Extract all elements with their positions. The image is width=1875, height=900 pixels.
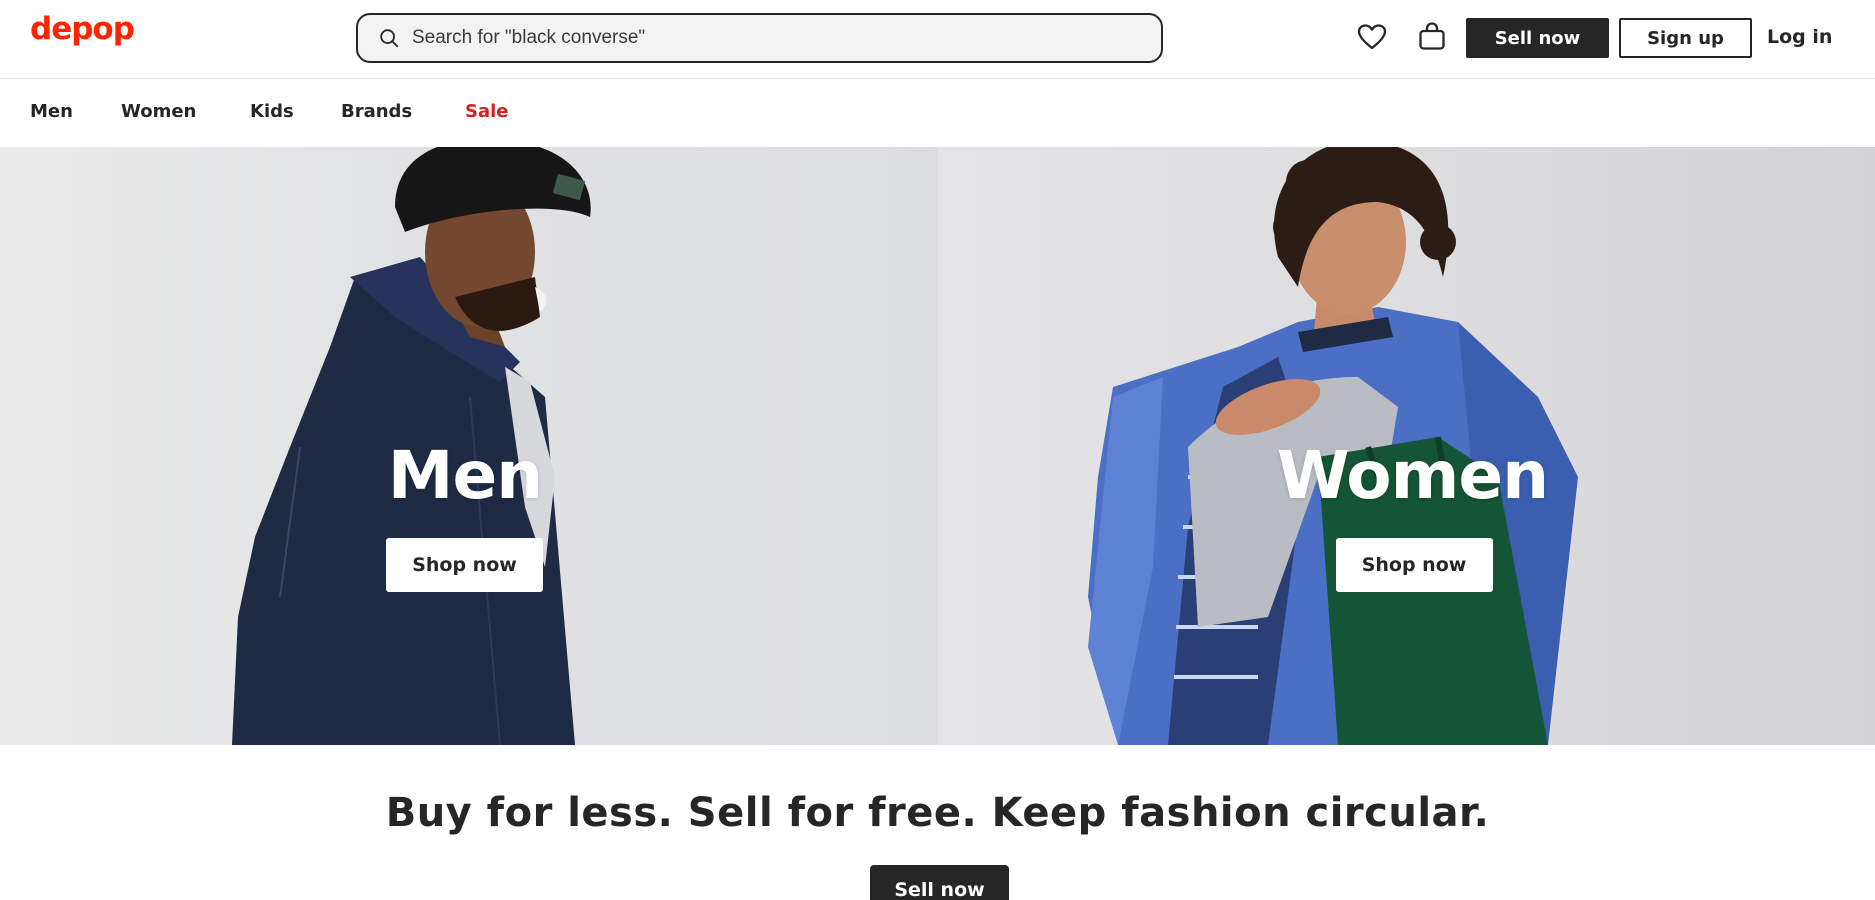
nav-item-brands[interactable]: Brands [341,101,412,122]
hero-title-women: Women [1276,437,1549,514]
log-in-link[interactable]: Log in [1767,26,1832,48]
sell-now-cta-button[interactable]: Sell now [870,865,1009,900]
sign-up-button[interactable]: Sign up [1619,18,1752,58]
shop-women-button[interactable]: Shop now [1335,538,1493,592]
search-bar[interactable] [356,13,1163,63]
search-input[interactable] [412,27,1112,49]
nav-item-sale[interactable]: Sale [465,101,509,122]
heart-icon[interactable] [1357,22,1387,52]
nav-item-kids[interactable]: Kids [250,101,294,122]
nav-item-men[interactable]: Men [30,101,73,122]
shop-men-button[interactable]: Shop now [386,538,543,592]
category-nav: Men Women Kids Brands Sale [0,80,1875,146]
hero-banner: Men Shop now Women Shop now [0,147,1875,745]
hero-panel-women[interactable]: Women Shop now [937,147,1875,745]
sell-now-button[interactable]: Sell now [1466,18,1609,58]
shopping-bag-icon[interactable] [1417,21,1447,51]
site-header: depop Sell now Sign up Log in [0,0,1875,79]
hero-panel-men[interactable]: Men Shop now [0,147,938,745]
search-icon [380,29,399,48]
hero-title-men: Men [387,437,543,514]
promo-tagline: Buy for less. Sell for free. Keep fashio… [385,790,1490,836]
depop-logo[interactable]: depop [30,14,135,45]
nav-item-women[interactable]: Women [121,101,196,122]
